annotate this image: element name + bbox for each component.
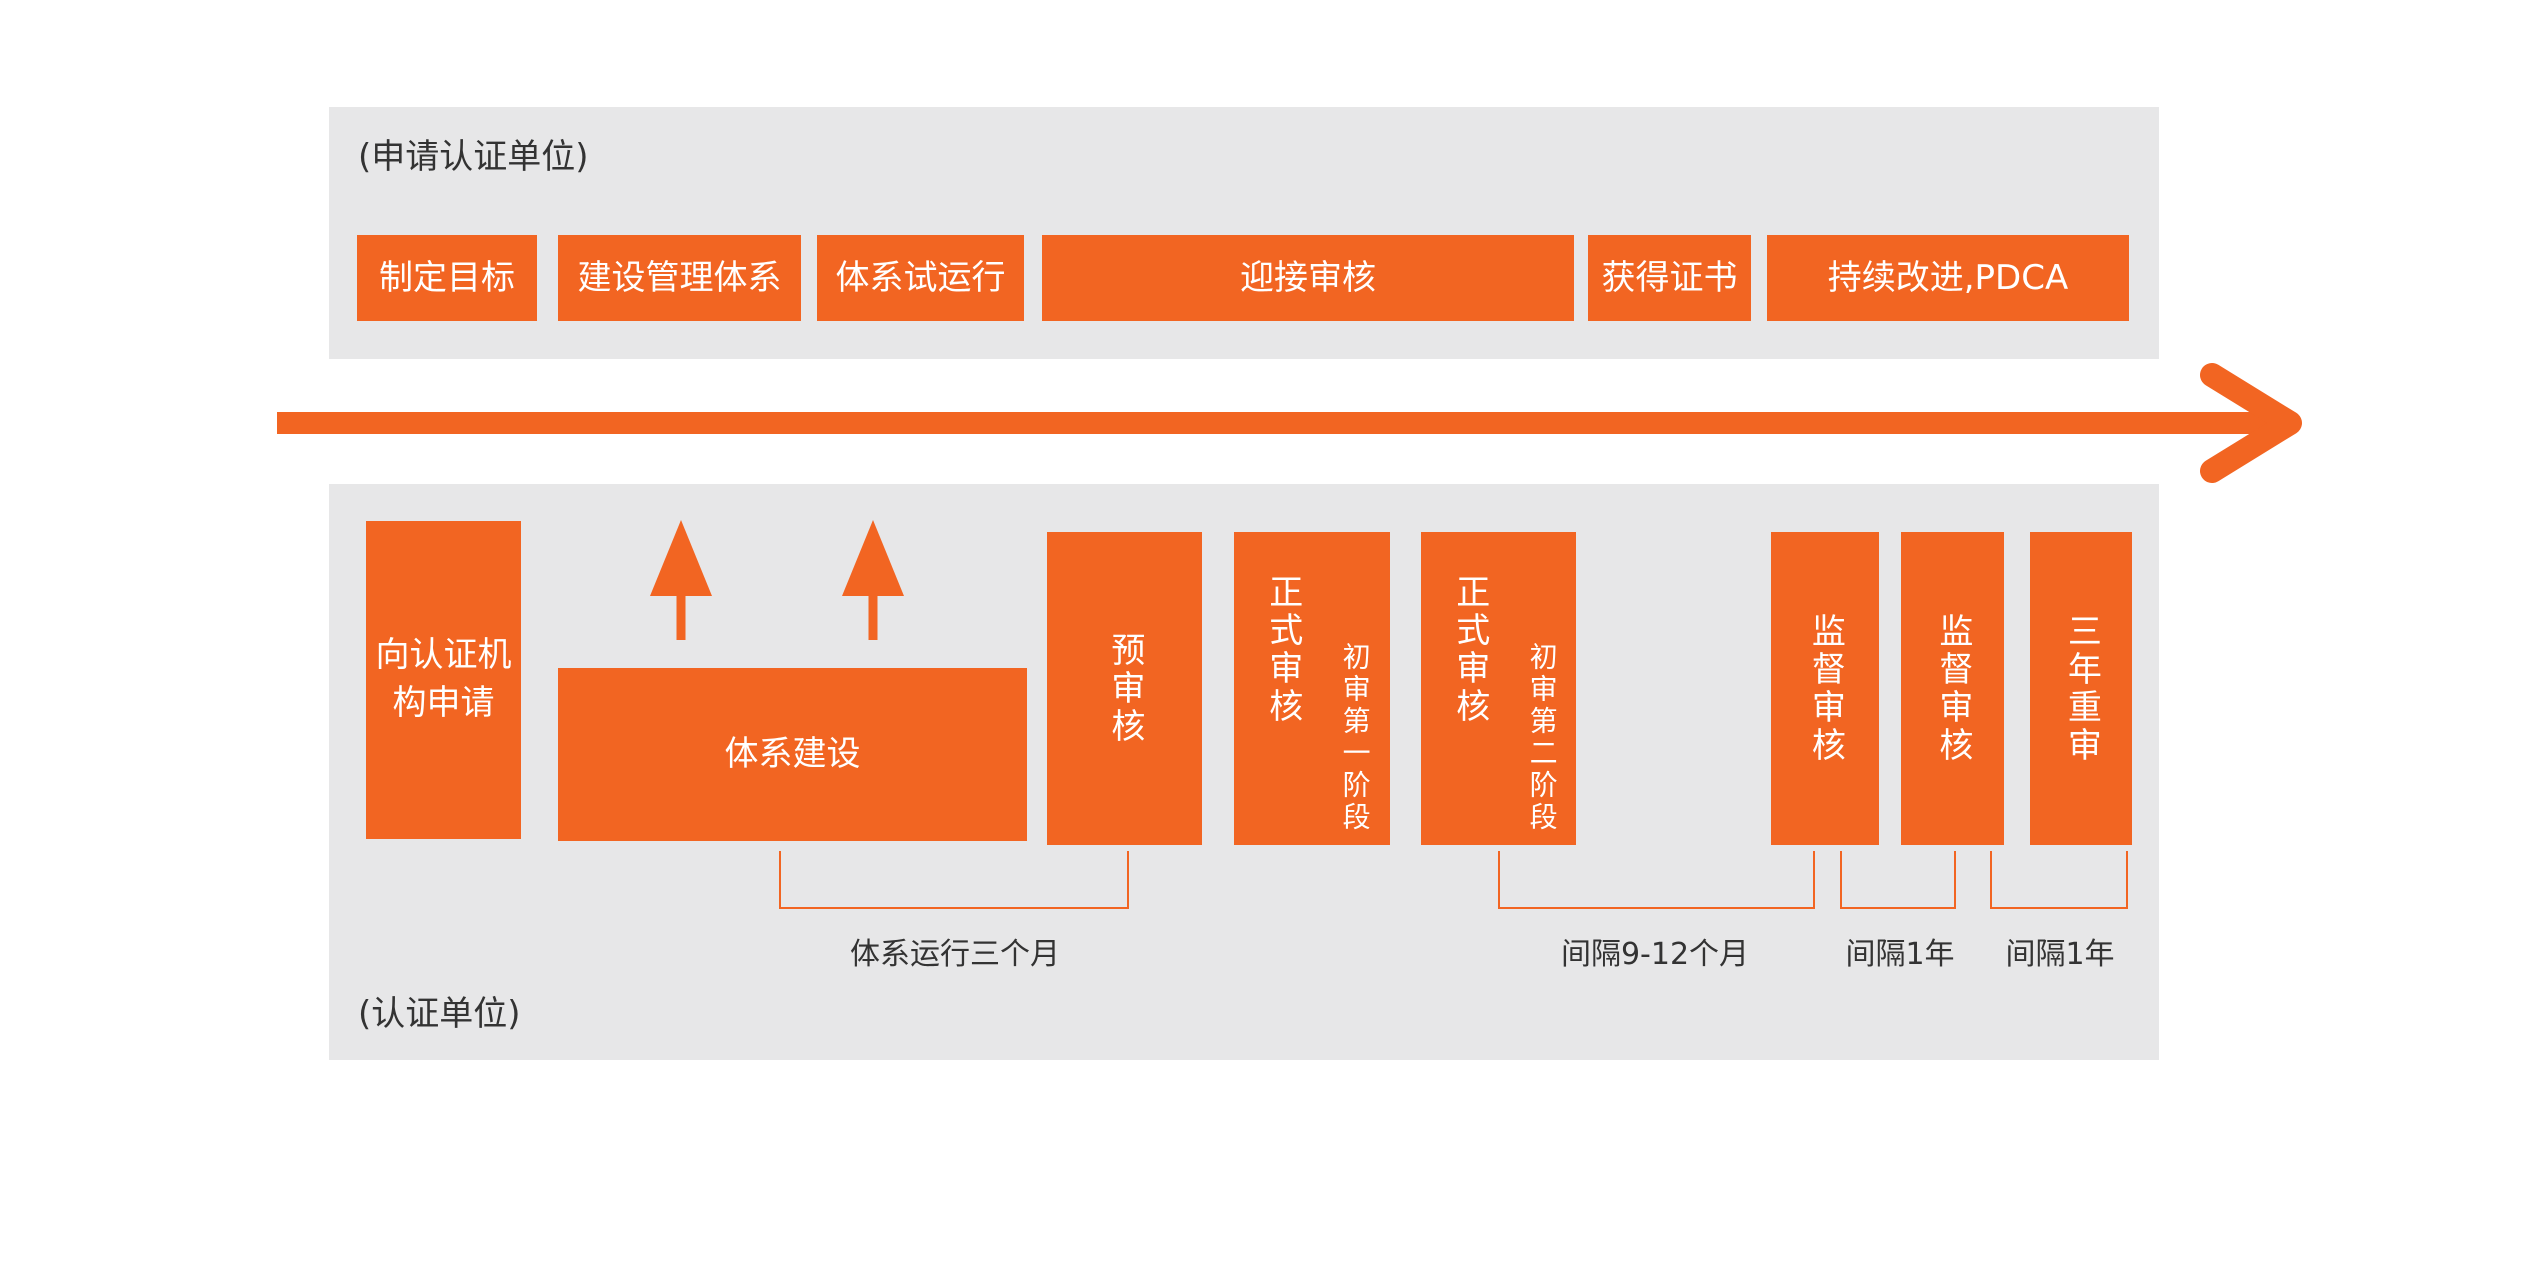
up-arrow-1 <box>650 520 712 640</box>
arrows-overlay <box>277 363 2302 640</box>
up-arrow-2 <box>842 520 904 640</box>
timeline-arrow <box>277 363 2302 483</box>
